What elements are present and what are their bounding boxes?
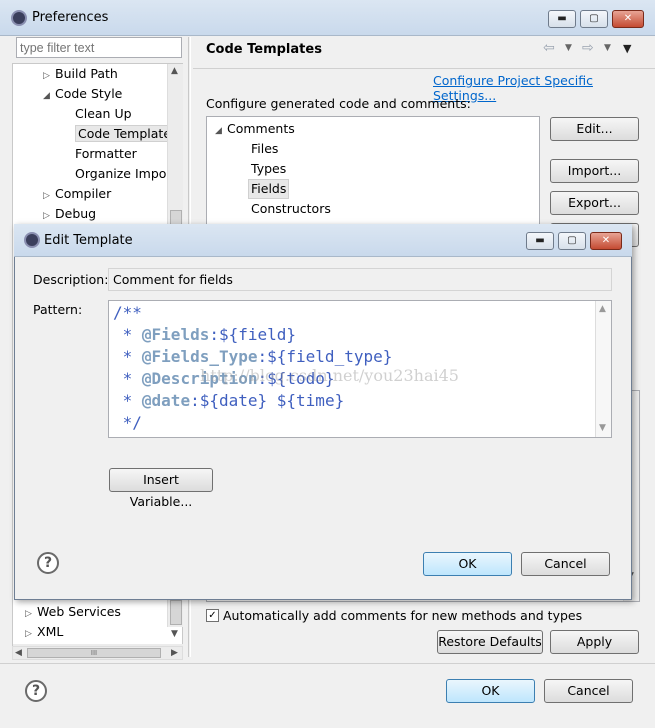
- ok-button[interactable]: OK: [446, 679, 535, 703]
- dialog-help-icon[interactable]: ?: [37, 552, 59, 574]
- description-label: Description:: [33, 272, 109, 287]
- template-types[interactable]: Types: [251, 159, 286, 179]
- pattern-line: * @date:${date} ${time}: [113, 391, 345, 410]
- preferences-titlebar: Preferences ▬ ▢ ✕: [0, 0, 655, 36]
- collapsed-icon[interactable]: ▷: [43, 66, 55, 86]
- import-button[interactable]: Import...: [550, 159, 639, 183]
- window-title: Preferences: [32, 10, 109, 25]
- auto-add-checkbox[interactable]: ✓: [206, 609, 219, 622]
- dialog-cancel-button[interactable]: Cancel: [521, 552, 610, 576]
- minimize-button[interactable]: ▬: [548, 10, 576, 28]
- edit-button[interactable]: Edit...: [550, 117, 639, 141]
- tree-item[interactable]: ▷ Build Path: [43, 64, 118, 84]
- dialog-minimize-button[interactable]: ▬: [526, 232, 554, 250]
- tree-hscrollbar[interactable]: ◀ III ▶: [12, 646, 183, 660]
- collapsed-icon[interactable]: ▷: [25, 624, 37, 644]
- scroll-up-icon[interactable]: ▲: [171, 66, 178, 76]
- insert-variable-button[interactable]: Insert Variable...: [109, 468, 213, 509]
- help-icon[interactable]: ?: [25, 680, 47, 702]
- tree-item[interactable]: ▷ Compiler: [43, 184, 111, 204]
- dialog-eclipse-icon: [24, 232, 40, 248]
- maximize-button[interactable]: ▢: [580, 10, 608, 28]
- pattern-scroll-down-icon[interactable]: ▼: [599, 423, 606, 433]
- dialog-ok-button[interactable]: OK: [423, 552, 512, 576]
- expanded-icon: ◢: [215, 126, 222, 136]
- apply-button[interactable]: Apply: [550, 630, 639, 654]
- tree-item[interactable]: Formatter: [75, 144, 137, 164]
- description-field[interactable]: Comment for fields: [108, 268, 612, 291]
- comments-node[interactable]: ◢ Comments: [215, 119, 295, 139]
- cancel-button[interactable]: Cancel: [544, 679, 633, 703]
- pattern-scroll-up-icon[interactable]: ▲: [599, 304, 606, 314]
- watermark: http://blog.csdn.net/you23hai45: [200, 366, 459, 385]
- dialog-titlebar: Edit Template ▬ ▢ ✕: [14, 224, 632, 257]
- tree-item[interactable]: ▷ Debug: [43, 204, 96, 224]
- eclipse-icon: [11, 10, 27, 26]
- expanded-icon[interactable]: ◢: [43, 86, 55, 106]
- tree-item[interactable]: Organize Impo: [75, 164, 166, 184]
- pattern-line: */: [113, 413, 142, 432]
- dialog-maximize-button[interactable]: ▢: [558, 232, 586, 250]
- forward-menu-icon[interactable]: ▼: [604, 43, 611, 53]
- tree-vscroll-thumb-bottom[interactable]: [170, 600, 182, 625]
- page-header: Code Templates ⇦ ▼ ⇨ ▼ ▼: [193, 37, 655, 69]
- export-button[interactable]: Export...: [550, 191, 639, 215]
- scroll-left-icon[interactable]: ◀: [15, 648, 22, 658]
- restore-defaults-button[interactable]: Restore Defaults: [437, 630, 543, 654]
- tree-item[interactable]: Clean Up: [75, 104, 132, 124]
- pattern-line: * @Fields:${field}: [113, 325, 297, 344]
- pattern-label: Pattern:: [33, 302, 83, 317]
- dialog-close-button[interactable]: ✕: [590, 232, 622, 250]
- collapsed-icon[interactable]: ▷: [25, 604, 37, 624]
- tree-item[interactable]: Code Template: [75, 124, 175, 144]
- auto-add-label: Automatically add comments for new metho…: [223, 608, 583, 623]
- tree-hscroll-thumb[interactable]: III: [27, 648, 161, 658]
- tree-item[interactable]: ▷ Web Services: [25, 602, 121, 622]
- templates-tree: ◢ Comments Files Types Fields Constructor…: [206, 116, 540, 226]
- forward-icon[interactable]: ⇨: [582, 40, 594, 56]
- collapsed-icon[interactable]: ▷: [43, 186, 55, 206]
- template-constructors[interactable]: Constructors: [251, 199, 331, 219]
- pattern-line: * @Fields_Type:${field_type}: [113, 347, 393, 366]
- page-title: Code Templates: [206, 42, 322, 57]
- scroll-down-icon[interactable]: ▼: [171, 629, 178, 639]
- scroll-right-icon[interactable]: ▶: [171, 648, 178, 658]
- template-files[interactable]: Files: [251, 139, 278, 159]
- filter-input[interactable]: [16, 37, 182, 58]
- close-button[interactable]: ✕: [612, 10, 644, 28]
- back-menu-icon[interactable]: ▼: [565, 43, 572, 53]
- collapsed-icon[interactable]: ▷: [43, 206, 55, 226]
- back-icon[interactable]: ⇦: [543, 40, 555, 56]
- view-menu-icon[interactable]: ▼: [623, 42, 631, 55]
- template-fields[interactable]: Fields: [248, 179, 290, 199]
- dialog-title: Edit Template: [44, 233, 133, 248]
- tree-item[interactable]: ◢ Code Style: [43, 84, 122, 104]
- configure-label: Configure generated code and comments:: [206, 96, 471, 111]
- pattern-line: /**: [113, 303, 142, 322]
- tree-item[interactable]: ▷ XML: [25, 622, 63, 642]
- pattern-vscrollbar[interactable]: ▲ ▼: [595, 301, 611, 437]
